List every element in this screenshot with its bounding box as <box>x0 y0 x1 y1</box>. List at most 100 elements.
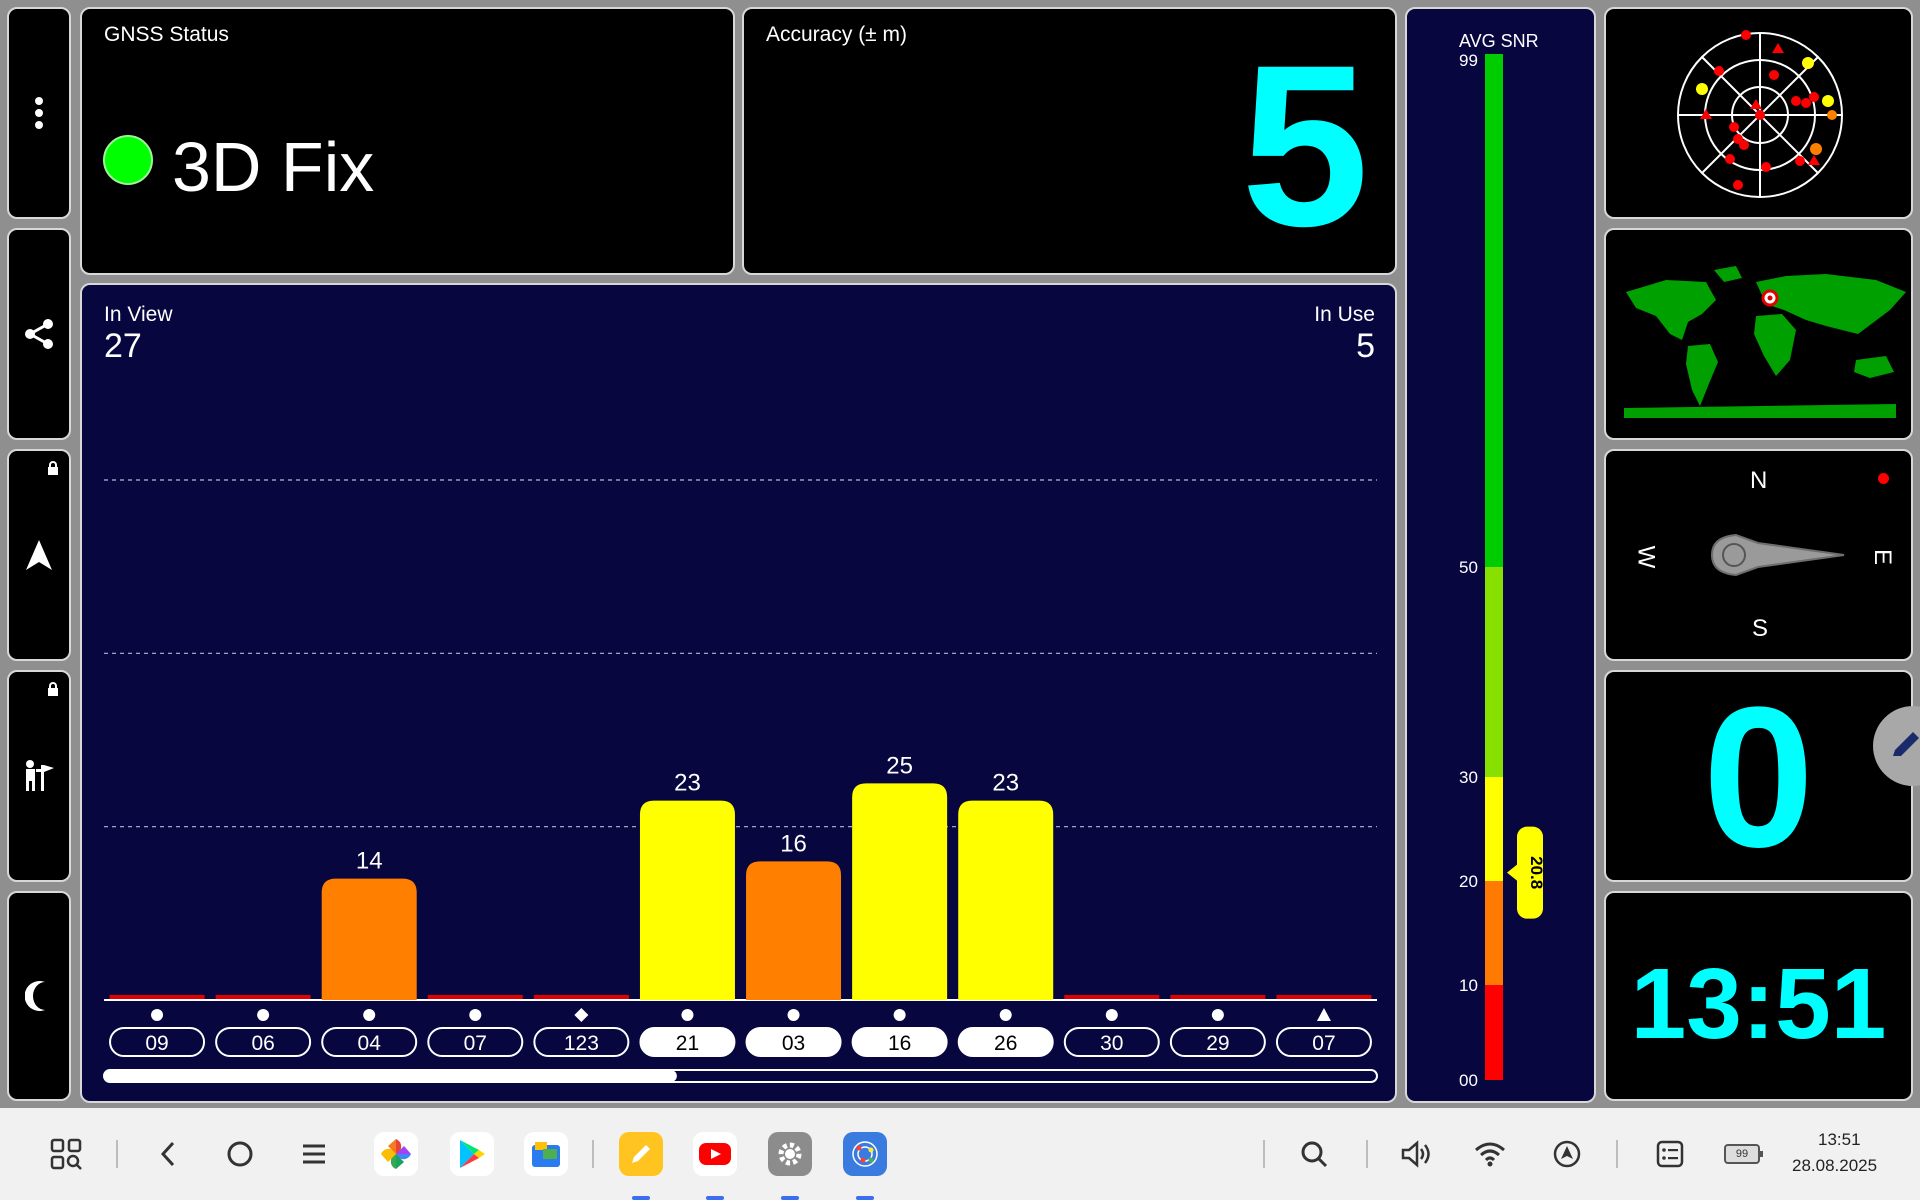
satellite-id-label: 03 <box>782 1032 805 1055</box>
photos-app-icon <box>374 1132 418 1176</box>
accuracy-panel[interactable]: Accuracy (± m) 5 <box>742 7 1397 275</box>
share-button[interactable] <box>7 228 71 440</box>
bar-value-label: 23 <box>674 770 701 797</box>
share-icon <box>25 319 53 349</box>
compass-panel[interactable]: N S W E <box>1604 449 1913 661</box>
clock-value: 13:51 <box>1630 948 1887 1060</box>
gps-sky-icon <box>843 1132 887 1176</box>
snr-bar <box>1276 995 1372 999</box>
satellite-id-label: 29 <box>1206 1032 1229 1055</box>
satellite-id-label: 26 <box>994 1032 1017 1055</box>
sky-plot-panel[interactable] <box>1604 7 1913 219</box>
bar-value-label: 23 <box>992 770 1019 797</box>
snr-tick-label: 20 <box>1459 872 1478 891</box>
youtube-app[interactable] <box>693 1108 737 1200</box>
snr-gauge-segment <box>1485 881 1503 985</box>
home-button[interactable] <box>222 1108 258 1200</box>
navigation-button[interactable] <box>7 449 71 661</box>
constellation-marker-circle <box>1211 1009 1224 1021</box>
bar-value-label: 16 <box>780 830 807 857</box>
constellation-marker-circle <box>363 1009 376 1021</box>
snr-bar <box>746 861 842 1000</box>
play-store-app[interactable] <box>450 1108 494 1200</box>
snr-tick-label: 99 <box>1459 51 1478 70</box>
files-app-icon <box>524 1132 568 1176</box>
gps-app[interactable] <box>843 1108 887 1200</box>
hiker-button[interactable] <box>7 670 71 882</box>
snr-bar <box>639 800 735 1000</box>
snr-bar <box>109 995 205 999</box>
notes-pencil-icon <box>619 1132 663 1176</box>
avg-snr-gauge: 99 50 30 20 10 00 20.8 <box>1459 51 1546 1090</box>
snr-bar <box>533 995 629 999</box>
snr-bar <box>1170 995 1266 999</box>
constellation-marker-circle <box>893 1009 906 1021</box>
search-button[interactable] <box>1296 1108 1332 1200</box>
volume-button[interactable] <box>1398 1108 1434 1200</box>
speed-panel[interactable]: 0 <box>1604 670 1913 882</box>
navigation-arrow-icon <box>26 540 52 570</box>
location-status[interactable] <box>1549 1108 1585 1200</box>
moon-icon <box>25 981 45 1011</box>
recents-icon <box>303 1144 325 1164</box>
bar-value-label: 25 <box>886 752 913 779</box>
world-map-panel[interactable] <box>1604 228 1913 440</box>
snr-gauge-segment <box>1485 54 1503 567</box>
snr-tick-label: 30 <box>1459 768 1478 787</box>
battery-status: 99 <box>1722 1108 1763 1200</box>
taskbar-date: 28.08.2025 <box>1792 1156 1878 1175</box>
back-chevron-icon <box>160 1141 175 1167</box>
settings-app[interactable] <box>768 1108 812 1200</box>
snr-bar <box>958 800 1054 1000</box>
satellite-id-label: 07 <box>1312 1032 1335 1055</box>
photos-app[interactable] <box>374 1108 418 1200</box>
snr-tick-label: 00 <box>1459 1071 1478 1090</box>
taskbar-time: 13:51 <box>1818 1130 1861 1149</box>
night-mode-button[interactable] <box>7 891 71 1101</box>
home-circle-icon <box>227 1141 253 1167</box>
youtube-icon <box>693 1132 737 1176</box>
chart-scrollbar-thumb <box>104 1070 677 1082</box>
lock-icon <box>48 461 58 475</box>
play-store-icon <box>450 1132 494 1176</box>
speed-value: 0 <box>1702 670 1815 882</box>
constellation-marker-circle <box>787 1009 800 1021</box>
constellation-marker-circle <box>151 1009 164 1021</box>
clock-panel[interactable]: 13:51 <box>1604 891 1913 1101</box>
volume-icon <box>1401 1140 1430 1168</box>
settings-gear-icon <box>768 1132 812 1176</box>
notifications-button[interactable] <box>1652 1108 1688 1200</box>
snr-gauge-segment <box>1485 777 1503 881</box>
battery-icon: 99 <box>1724 1144 1763 1164</box>
files-app[interactable] <box>524 1108 568 1200</box>
sky-plot <box>1677 30 1843 198</box>
snr-tick-label: 10 <box>1459 976 1478 995</box>
satellite-id-label: 123 <box>564 1032 599 1055</box>
gnss-status-panel[interactable]: GNSS Status 3D Fix <box>80 7 735 275</box>
hiker-flag-icon <box>26 760 54 791</box>
constellation-marker-triangle <box>1316 1008 1331 1021</box>
snr-gauge-segment <box>1485 985 1503 1080</box>
satellite-id-label: 07 <box>464 1032 487 1055</box>
satellite-snr-chart-panel[interactable]: In View 27 In Use 5 09 06 14 04 07 123 23 21 16 0… <box>80 283 1397 1103</box>
recents-button[interactable] <box>296 1108 332 1200</box>
gps-app: GNSS Status 3D Fix Accuracy (± m) 5 In V… <box>0 0 1920 1200</box>
app-drawer-button[interactable] <box>44 1108 88 1200</box>
constellation-marker-diamond <box>574 1008 589 1022</box>
fix-status-value: 3D Fix <box>172 128 375 206</box>
accuracy-value: 5 <box>1241 17 1369 274</box>
compass-needle-icon <box>1710 533 1845 577</box>
notes-app[interactable] <box>619 1108 663 1200</box>
constellation-marker-circle <box>681 1009 694 1021</box>
snr-gauge-segment <box>1485 567 1503 777</box>
wifi-status[interactable] <box>1472 1108 1508 1200</box>
satellite-id-label: 06 <box>251 1032 274 1055</box>
snr-bar <box>1064 995 1160 999</box>
back-button[interactable] <box>150 1108 186 1200</box>
app-drawer-icon <box>50 1138 82 1170</box>
search-icon <box>1301 1141 1328 1168</box>
menu-button[interactable] <box>7 7 71 219</box>
notification-list-icon <box>1656 1140 1684 1168</box>
fix-indicator-dot <box>103 135 153 185</box>
world-map <box>1624 266 1906 418</box>
